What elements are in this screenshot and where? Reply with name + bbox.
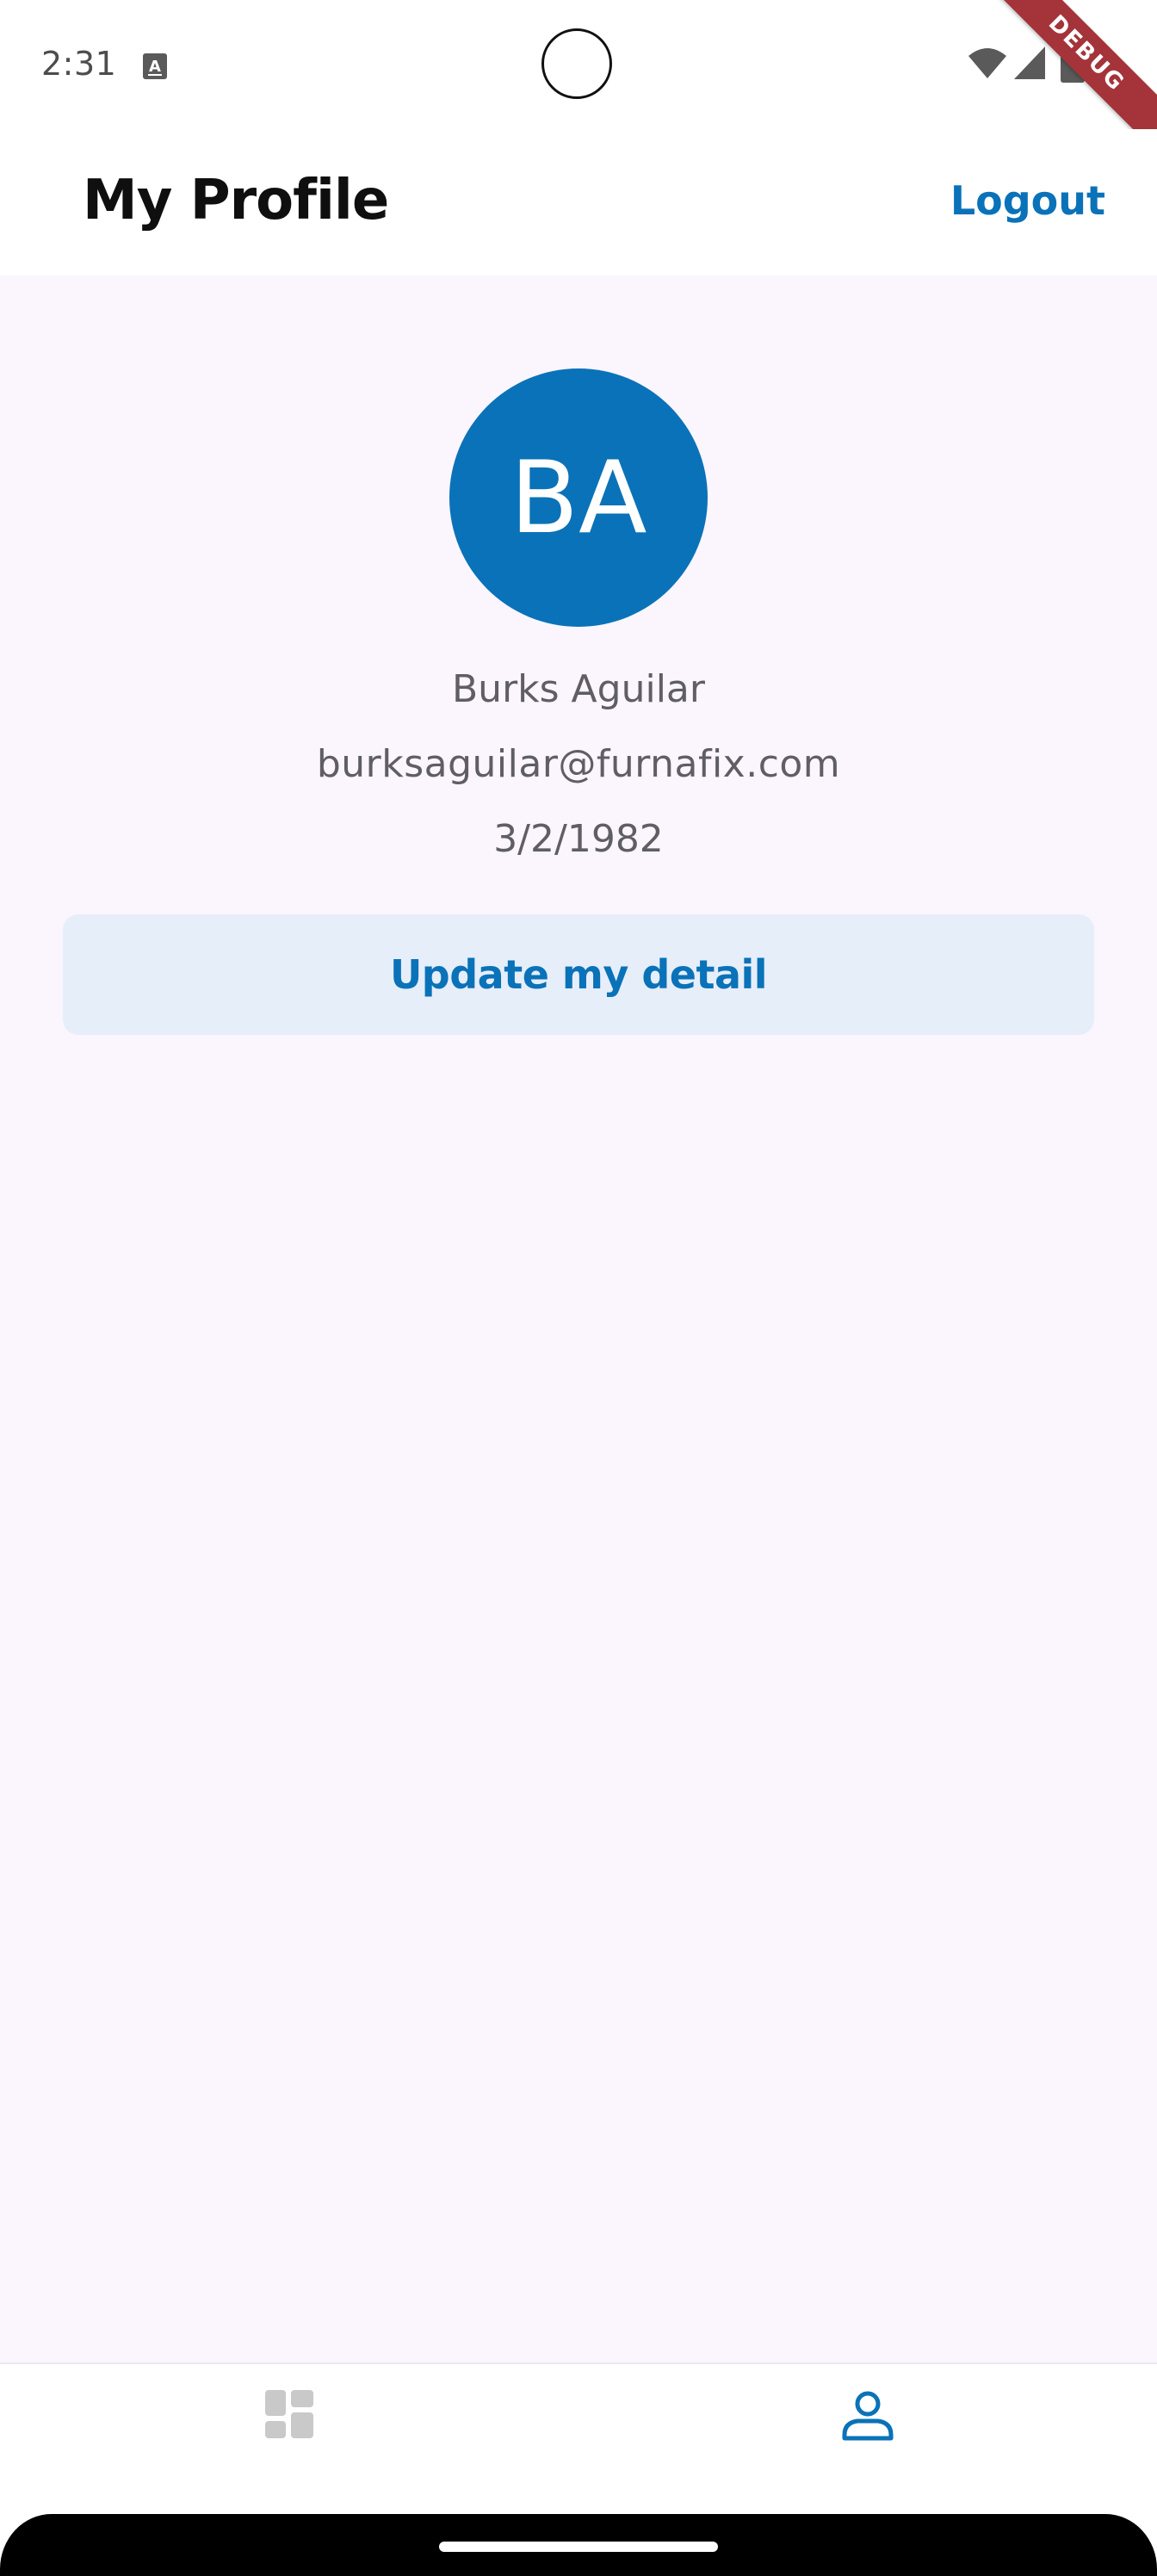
dashboard-icon [263,2388,315,2443]
profile-name: Burks Aguilar [452,667,705,711]
nav-item-profile[interactable] [578,2364,1157,2514]
avatar: BA [449,368,708,627]
avatar-initials: BA [510,439,647,556]
logout-button[interactable]: Logout [950,177,1105,224]
camera-cutout [541,28,612,99]
person-icon [840,2388,895,2447]
update-details-button[interactable]: Update my detail [63,914,1094,1035]
nav-item-dashboard[interactable] [0,2364,578,2514]
svg-text:A: A [149,58,161,76]
bottom-navigation [0,2362,1157,2514]
page-title: My Profile [83,169,389,232]
app-bar: My Profile Logout [0,129,1157,276]
gesture-handle[interactable] [439,2542,718,2552]
status-time: 2:31 [41,45,117,83]
profile-email: burksaguilar@furnafix.com [316,742,841,786]
text-notification-icon: A [143,53,167,83]
gesture-area [0,2514,1157,2576]
cellular-signal-icon [1012,45,1047,84]
status-bar: 2:31 A DEBUG [0,0,1157,160]
wifi-icon [968,47,1007,84]
profile-content: BA Burks Aguilar burksaguilar@furnafix.c… [0,276,1157,2362]
profile-date-of-birth: 3/2/1982 [493,817,664,861]
